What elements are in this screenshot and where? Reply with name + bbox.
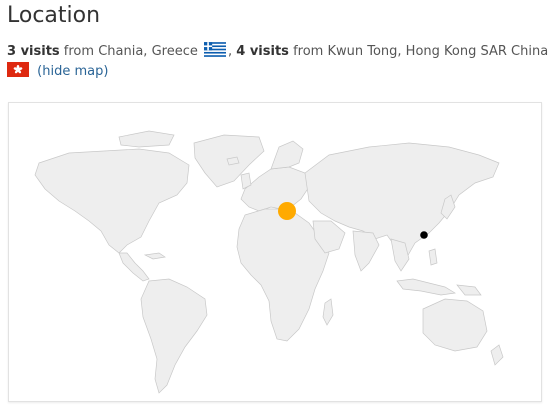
world-map-canvas xyxy=(34,130,504,394)
greece-flag-icon xyxy=(203,42,226,57)
landmass-north-america xyxy=(34,148,190,254)
from-label: from xyxy=(293,44,324,59)
landmass-australia xyxy=(422,298,488,352)
landmass-caribbean xyxy=(143,252,166,260)
separator: , xyxy=(227,44,233,59)
map-marker-chania[interactable] xyxy=(278,202,296,220)
landmass-india xyxy=(352,230,380,272)
page-title: Location xyxy=(7,3,101,28)
landmass-europe xyxy=(240,166,310,212)
landmass-south-america xyxy=(140,278,208,394)
landmass-central-america xyxy=(118,252,150,282)
world-map xyxy=(8,102,542,402)
landmass-indonesia xyxy=(396,278,457,296)
landmass-madagascar xyxy=(322,298,334,326)
from-label: from xyxy=(63,44,95,59)
landmass-arctic-islands xyxy=(118,130,175,148)
hide-map-link[interactable]: (hide map) xyxy=(37,64,108,79)
landmass-new-zealand xyxy=(490,344,504,366)
place-kwun-tong: Kwun Tong, Hong Kong SAR China xyxy=(327,44,548,59)
hong-kong-flag-icon xyxy=(7,62,29,77)
landmass-papua xyxy=(456,284,482,296)
map-marker-kwun-tong[interactable] xyxy=(420,231,428,239)
place-chania: Chania, Greece xyxy=(98,44,198,59)
landmass-philippines xyxy=(428,248,438,266)
visits-summary: 3 visits from Chania, Greece , 4 visits … xyxy=(7,42,548,59)
visit-count-kwun-tong: 4 visits xyxy=(236,44,289,59)
visit-count-chania: 3 visits xyxy=(7,44,60,59)
flag-and-toggle-row: (hide map) xyxy=(7,62,108,79)
landmass-scandinavia xyxy=(270,140,304,170)
